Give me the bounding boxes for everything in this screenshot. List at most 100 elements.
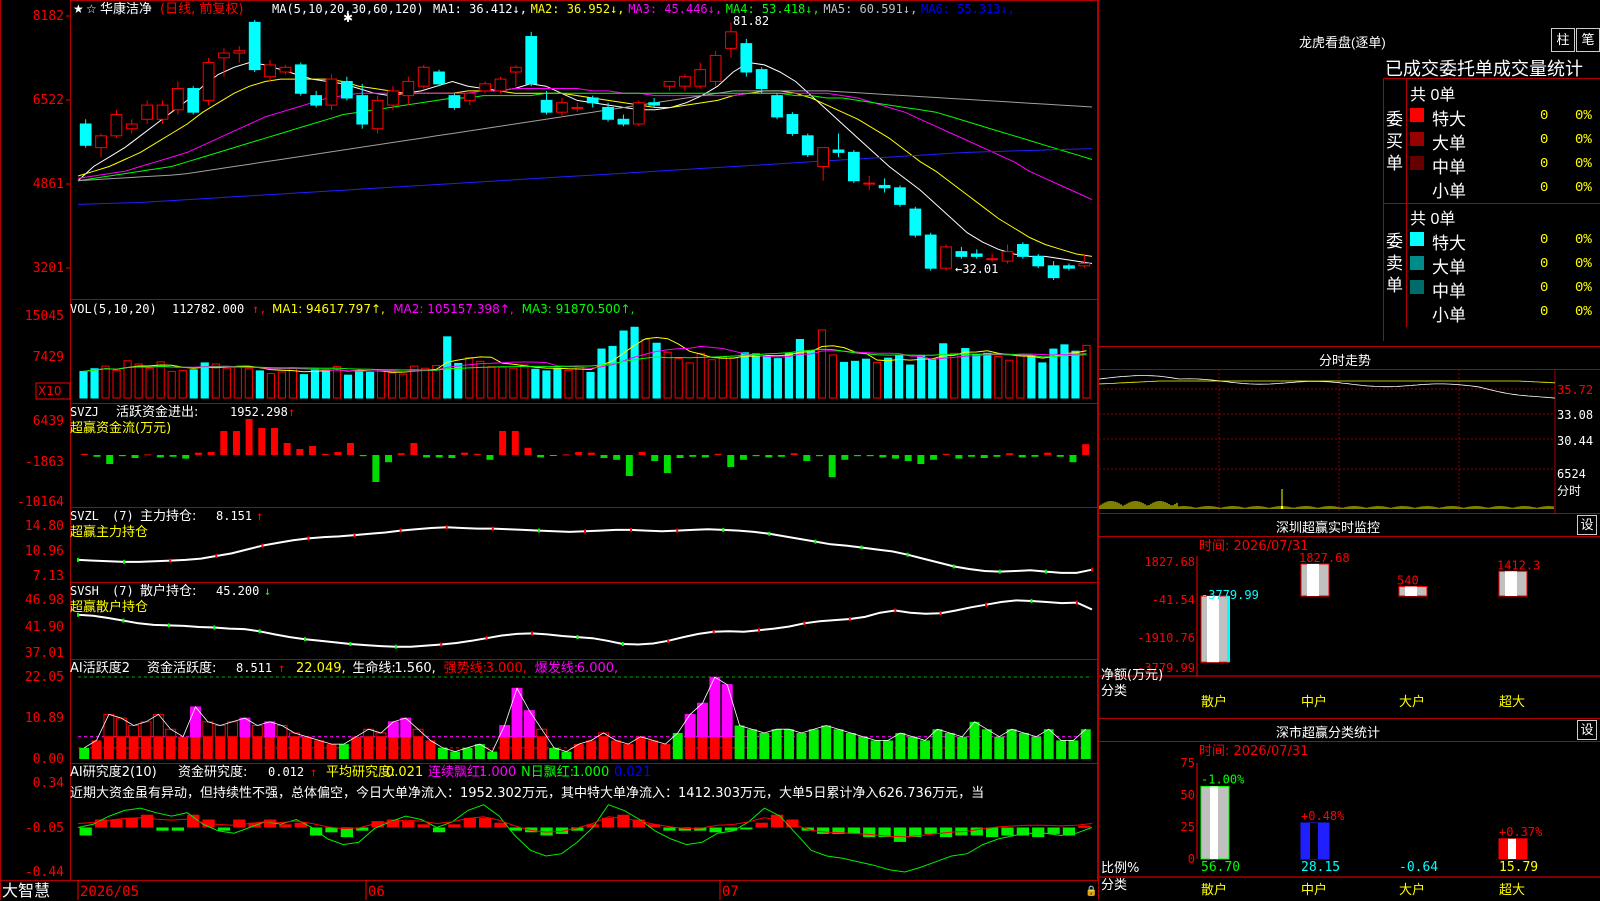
order-row-name: 特大	[1432, 110, 1466, 129]
order-row-swatch	[1410, 108, 1424, 122]
fund-flow-bar	[1044, 452, 1052, 455]
star-outline-icon[interactable]: ☆	[86, 2, 97, 16]
svzl-params: (7)	[112, 509, 134, 523]
ai-activity-label: 资金活跃度:	[147, 660, 216, 676]
volume-bar	[850, 360, 860, 399]
fund-flow-bar	[892, 455, 900, 459]
candle	[202, 62, 215, 101]
volume-bar	[641, 339, 650, 399]
volume-bar	[112, 369, 121, 399]
candlestick-plot[interactable]	[77, 20, 1093, 280]
monitor-tick-label: 1827.68	[1144, 555, 1195, 569]
tab-column-chart[interactable]: 柱	[1551, 28, 1575, 52]
ai-res-extra-5: 1.000	[572, 765, 609, 780]
research-bar	[770, 814, 784, 828]
x-axis-label: 2026/05	[80, 884, 139, 900]
ai-research-tick-label: 0.34	[33, 776, 64, 791]
ai-res-extra-3: 1.000	[479, 765, 516, 780]
order-row-name: 大单	[1432, 134, 1466, 153]
vol-ma-0: MA1: 94617.797↑,	[272, 302, 385, 316]
class-axis-label-top: 比例%	[1101, 861, 1139, 876]
candle	[463, 92, 476, 101]
activity-bar	[301, 736, 312, 759]
volume-bar	[421, 367, 430, 399]
fund-flow-bar	[131, 455, 139, 458]
activity-bar	[648, 740, 658, 759]
svsh-line-dot	[167, 623, 170, 628]
fund-flow-bar	[144, 454, 152, 456]
svzl-line-dot	[768, 531, 771, 536]
svsh-line-dot	[77, 612, 79, 617]
fund-flow-bar	[537, 455, 545, 458]
order-row-count: 0	[1540, 108, 1549, 124]
svsh-line-dot	[258, 629, 261, 634]
class-bar-highlight	[1310, 822, 1318, 859]
monitor-tick-label: -1910.76	[1137, 631, 1195, 645]
stock-name[interactable]: 华康洁净	[100, 1, 152, 17]
candle	[325, 78, 338, 106]
fund-flow-bar	[663, 455, 671, 473]
svzl-tick-label: 14.80	[25, 519, 64, 534]
volume-bar	[950, 352, 959, 399]
volume-bar	[674, 358, 683, 399]
event-marker-icon[interactable]: ✱	[343, 11, 353, 25]
candle	[847, 151, 860, 182]
volume-bar	[729, 357, 738, 399]
activity-bar-top	[214, 725, 226, 738]
fund-flow-bar	[790, 453, 798, 455]
main-chart-header: ★ ☆ 华康洁净 (日线, 前复权) MA(5,10,20,30,60,120)…	[73, 1, 1015, 17]
research-bar	[309, 827, 323, 836]
monitor-category: 散户	[1201, 694, 1227, 710]
activity-bar	[981, 729, 992, 759]
intraday-chart[interactable]: 35.72 33.08 30.44 6524 分时	[1099, 369, 1600, 513]
activity-bar-top	[288, 732, 300, 738]
volume-bar	[299, 374, 309, 399]
activity-bar	[586, 740, 597, 759]
activity-bar	[116, 736, 127, 759]
star-icon[interactable]: ★	[73, 2, 84, 16]
fund-flow-bar	[803, 455, 811, 461]
ai-activity-value: 8.511	[236, 661, 272, 675]
activity-bar	[413, 736, 424, 759]
ai-act-extra-2: 1.560,	[394, 661, 435, 676]
order-row-name: 中单	[1432, 158, 1466, 177]
order-row: 大单 0 0%	[1410, 129, 1600, 153]
activity-bar	[746, 729, 757, 759]
svsh-line-dot	[213, 625, 216, 630]
svzl-line-dot	[630, 527, 633, 532]
tab-stroke[interactable]: 笔	[1576, 28, 1600, 52]
ai-activity-tick-label: 0.00	[33, 752, 64, 767]
order-row-pct: 0%	[1575, 256, 1592, 272]
activity-bar	[363, 736, 374, 759]
candle	[1047, 265, 1060, 279]
activity-bar-top	[684, 713, 696, 738]
sz-monitor-settings-button[interactable]: 设	[1577, 515, 1597, 535]
research-bar	[601, 817, 615, 828]
order-row-name: 特大	[1432, 234, 1466, 253]
order-row: 小单 0 0%	[1410, 301, 1600, 325]
volume-bar	[79, 370, 88, 399]
fund-flow-bar	[106, 455, 114, 464]
volume-bar	[564, 369, 573, 399]
monitor-value-label: -3779.99	[1201, 588, 1259, 602]
lock-icon[interactable]: 🔒	[1085, 885, 1097, 897]
ai-research-name: AI研究度2(10)	[70, 764, 157, 780]
fund-flow-bar	[372, 455, 380, 482]
candle	[878, 184, 891, 189]
volume-bar	[817, 329, 827, 399]
intraday-tick-label: 分时	[1557, 484, 1581, 498]
svsh-line-dot	[758, 628, 761, 633]
svsh-line-dot	[1075, 600, 1078, 605]
monitor-value-label: 1827.68	[1299, 551, 1350, 565]
activity-bar	[1006, 729, 1017, 759]
ai-research-tick-label: -0.05	[25, 821, 64, 836]
monitor-bar-highlight	[1307, 564, 1319, 596]
sz-class-settings-button[interactable]: 设	[1577, 720, 1597, 740]
svzl-header: SVZL (7) 主力持仓: 8.151 ↑ 超赢主力持仓	[70, 509, 263, 540]
vol-value: 112782.000	[172, 302, 244, 316]
chart-period[interactable]: (日线, 前复权)	[160, 1, 243, 17]
fund-flow-bar	[194, 452, 202, 455]
svzl-line-dot	[215, 553, 218, 558]
volume-bar	[211, 363, 220, 399]
volume-bar	[332, 366, 342, 399]
